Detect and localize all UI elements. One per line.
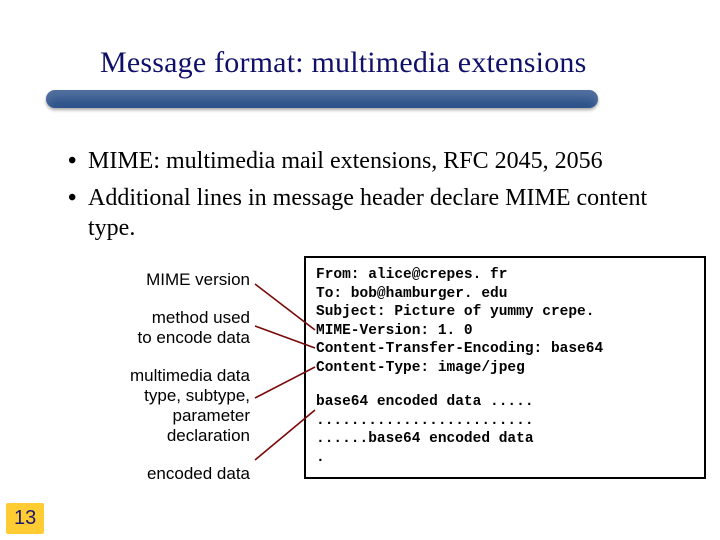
code-mimever: MIME-Version: 1. 0 [316,322,694,341]
code-body-line: ......................... [316,412,694,431]
email-code-box: From: alice@crepes. fr To: bob@hamburger… [304,256,706,479]
annotation-encode-method: method used to encode data [50,308,250,348]
page-number: 13 [6,503,44,534]
annotation-content-type: multimedia data type, subtype, parameter… [50,366,250,446]
bullet-list: • MIME: multimedia mail extensions, RFC … [68,146,690,250]
code-body-line: . [316,449,694,468]
annotation-mime-version: MIME version [50,270,250,290]
code-to: To: bob@hamburger. edu [316,285,694,304]
code-cte: Content-Transfer-Encoding: base64 [316,340,694,359]
code-subject: Subject: Picture of yummy crepe. [316,303,694,322]
code-ctype: Content-Type: image/jpeg [316,359,694,378]
bullet-dot: • [68,146,88,177]
bullet-item: • Additional lines in message header dec… [68,183,690,244]
code-body-line: ......base64 encoded data [316,430,694,449]
code-from: From: alice@crepes. fr [316,266,694,285]
annotation-column: MIME version method used to encode data … [50,270,250,502]
code-body-line: base64 encoded data ..... [316,393,694,412]
title-underline [46,90,598,108]
bullet-dot: • [68,183,88,214]
slide-title: Message format: multimedia extensions [100,46,586,80]
annotation-encoded-data: encoded data [50,464,250,484]
bullet-text: MIME: multimedia mail extensions, RFC 20… [88,146,690,177]
bullet-text: Additional lines in message header decla… [88,183,690,244]
bullet-item: • MIME: multimedia mail extensions, RFC … [68,146,690,177]
